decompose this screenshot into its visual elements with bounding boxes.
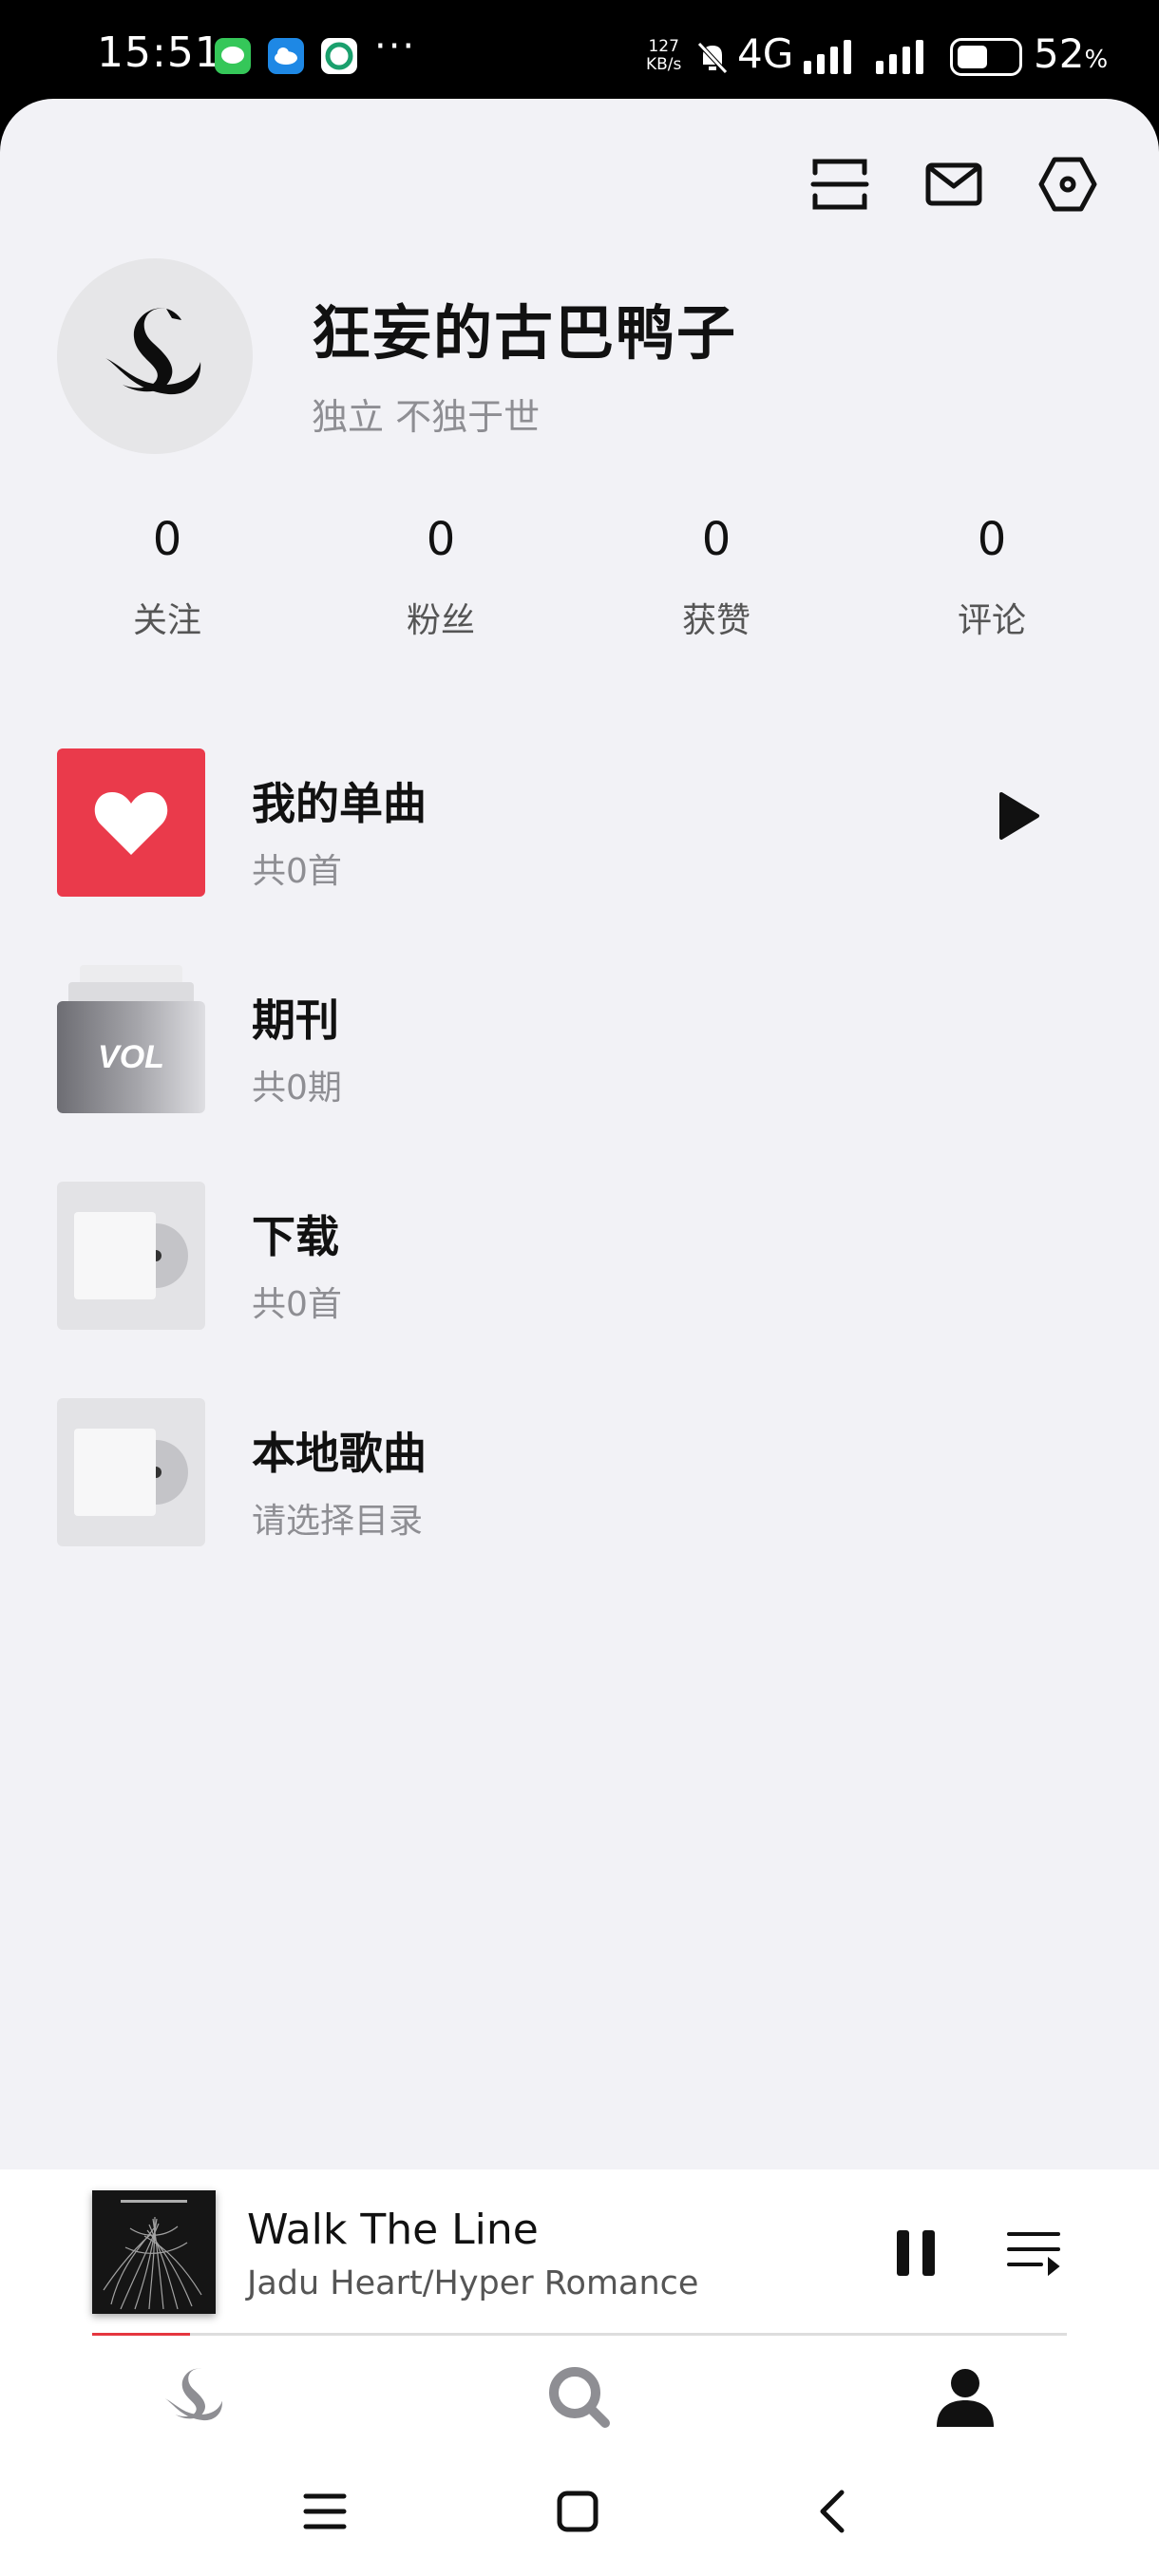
battery-icon — [950, 38, 1022, 76]
tab-profile[interactable] — [927, 2359, 1003, 2435]
home-nav-button[interactable] — [549, 2483, 606, 2540]
swan-logo-icon — [105, 308, 201, 395]
song-title: Walk The Line — [247, 2206, 539, 2254]
menu-icon — [303, 2493, 347, 2529]
library-item-subtitle: 共0期 — [252, 1069, 342, 1108]
green-app-icon — [321, 38, 357, 74]
stat-comments[interactable]: 0 评论 — [906, 513, 1077, 642]
library-item-title: 期刊 — [252, 994, 339, 1046]
heart-icon — [94, 792, 168, 855]
network-type: 4G — [737, 30, 794, 77]
play-icon[interactable] — [996, 790, 1041, 845]
signal-icon — [804, 40, 857, 78]
library-item-subtitle: 共0首 — [252, 1285, 342, 1324]
stat-following[interactable]: 0 关注 — [82, 513, 253, 642]
menu-nav-button[interactable] — [296, 2483, 353, 2540]
back-chevron-icon — [820, 2490, 845, 2533]
stat-value: 0 — [977, 513, 1007, 566]
scan-icon[interactable] — [809, 154, 870, 215]
mini-player[interactable]: Walk The Line Jadu Heart/Hyper Romance — [0, 2169, 1159, 2340]
disc-thumbnail — [57, 1182, 205, 1330]
signal-icon-2 — [876, 40, 929, 78]
library-item-downloads[interactable]: 下载 共0首 — [57, 1182, 1102, 1330]
library-item-local-songs[interactable]: 本地歌曲 请选择目录 — [57, 1398, 1102, 1546]
library-item-subtitle: 请选择目录 — [252, 1502, 424, 1541]
search-icon — [549, 2367, 610, 2428]
status-time: 15:51 — [97, 28, 222, 77]
speed-value: 127 — [648, 37, 679, 56]
stat-label: 获赞 — [681, 601, 750, 640]
stat-label: 关注 — [132, 601, 201, 640]
tab-bar — [0, 2340, 1159, 2445]
system-nav-bar — [0, 2445, 1159, 2576]
battery-level: 52% — [1034, 30, 1109, 77]
disc-thumbnail — [57, 1398, 205, 1546]
settings-icon[interactable] — [1037, 154, 1098, 215]
tab-home[interactable] — [157, 2359, 233, 2435]
profile-sheet: 狂妄的古巴鸭子 独立 不独于世 0 关注 0 粉丝 0 获赞 0 评论 我的单曲… — [0, 99, 1159, 2169]
cloud-icon — [268, 38, 304, 74]
messages-icon — [215, 38, 251, 74]
tab-search[interactable] — [542, 2359, 618, 2435]
profile-bio: 独立 不独于世 — [312, 396, 541, 438]
overflow-indicator: ··· — [374, 25, 417, 68]
playlist-icon[interactable] — [1005, 2226, 1062, 2283]
library-item-periodicals[interactable]: VOL 期刊 共0期 — [57, 965, 1102, 1113]
heart-thumbnail — [57, 748, 205, 897]
library-item-my-singles[interactable]: 我的单曲 共0首 — [57, 748, 1102, 897]
speed-unit: KB/s — [646, 55, 682, 74]
song-artist: Jadu Heart/Hyper Romance — [247, 2264, 699, 2302]
pause-icon[interactable] — [893, 2226, 939, 2283]
avatar[interactable] — [57, 258, 253, 454]
library-item-title: 下载 — [252, 1211, 339, 1262]
library-item-title: 我的单曲 — [252, 778, 427, 829]
swan-icon — [164, 2368, 222, 2421]
mail-icon[interactable] — [923, 154, 984, 215]
stat-value: 0 — [701, 513, 732, 566]
library-item-subtitle: 共0首 — [252, 852, 342, 891]
stat-label: 评论 — [957, 601, 1026, 640]
library-item-title: 本地歌曲 — [252, 1428, 427, 1479]
progress-fill — [92, 2333, 190, 2336]
playback-progress[interactable] — [92, 2333, 1067, 2336]
mute-icon — [694, 38, 732, 80]
album-cover[interactable] — [92, 2190, 216, 2314]
profile-name: 狂妄的古巴鸭子 — [312, 298, 738, 368]
stat-value: 0 — [152, 513, 182, 566]
vol-thumbnail: VOL — [57, 965, 205, 1113]
stack-front: VOL — [57, 1001, 205, 1113]
network-speed: 127 KB/s — [646, 38, 681, 74]
home-square-icon — [557, 2491, 598, 2532]
stat-label: 粉丝 — [406, 601, 475, 640]
stat-fans[interactable]: 0 粉丝 — [355, 513, 526, 642]
stat-likes[interactable]: 0 获赞 — [631, 513, 802, 642]
stat-value: 0 — [426, 513, 456, 566]
status-bar: 15:51 ··· 127 KB/s 4G 52% — [0, 0, 1159, 104]
vol-label: VOL — [98, 1038, 164, 1075]
back-nav-button[interactable] — [804, 2483, 861, 2540]
profile-icon — [937, 2369, 994, 2427]
